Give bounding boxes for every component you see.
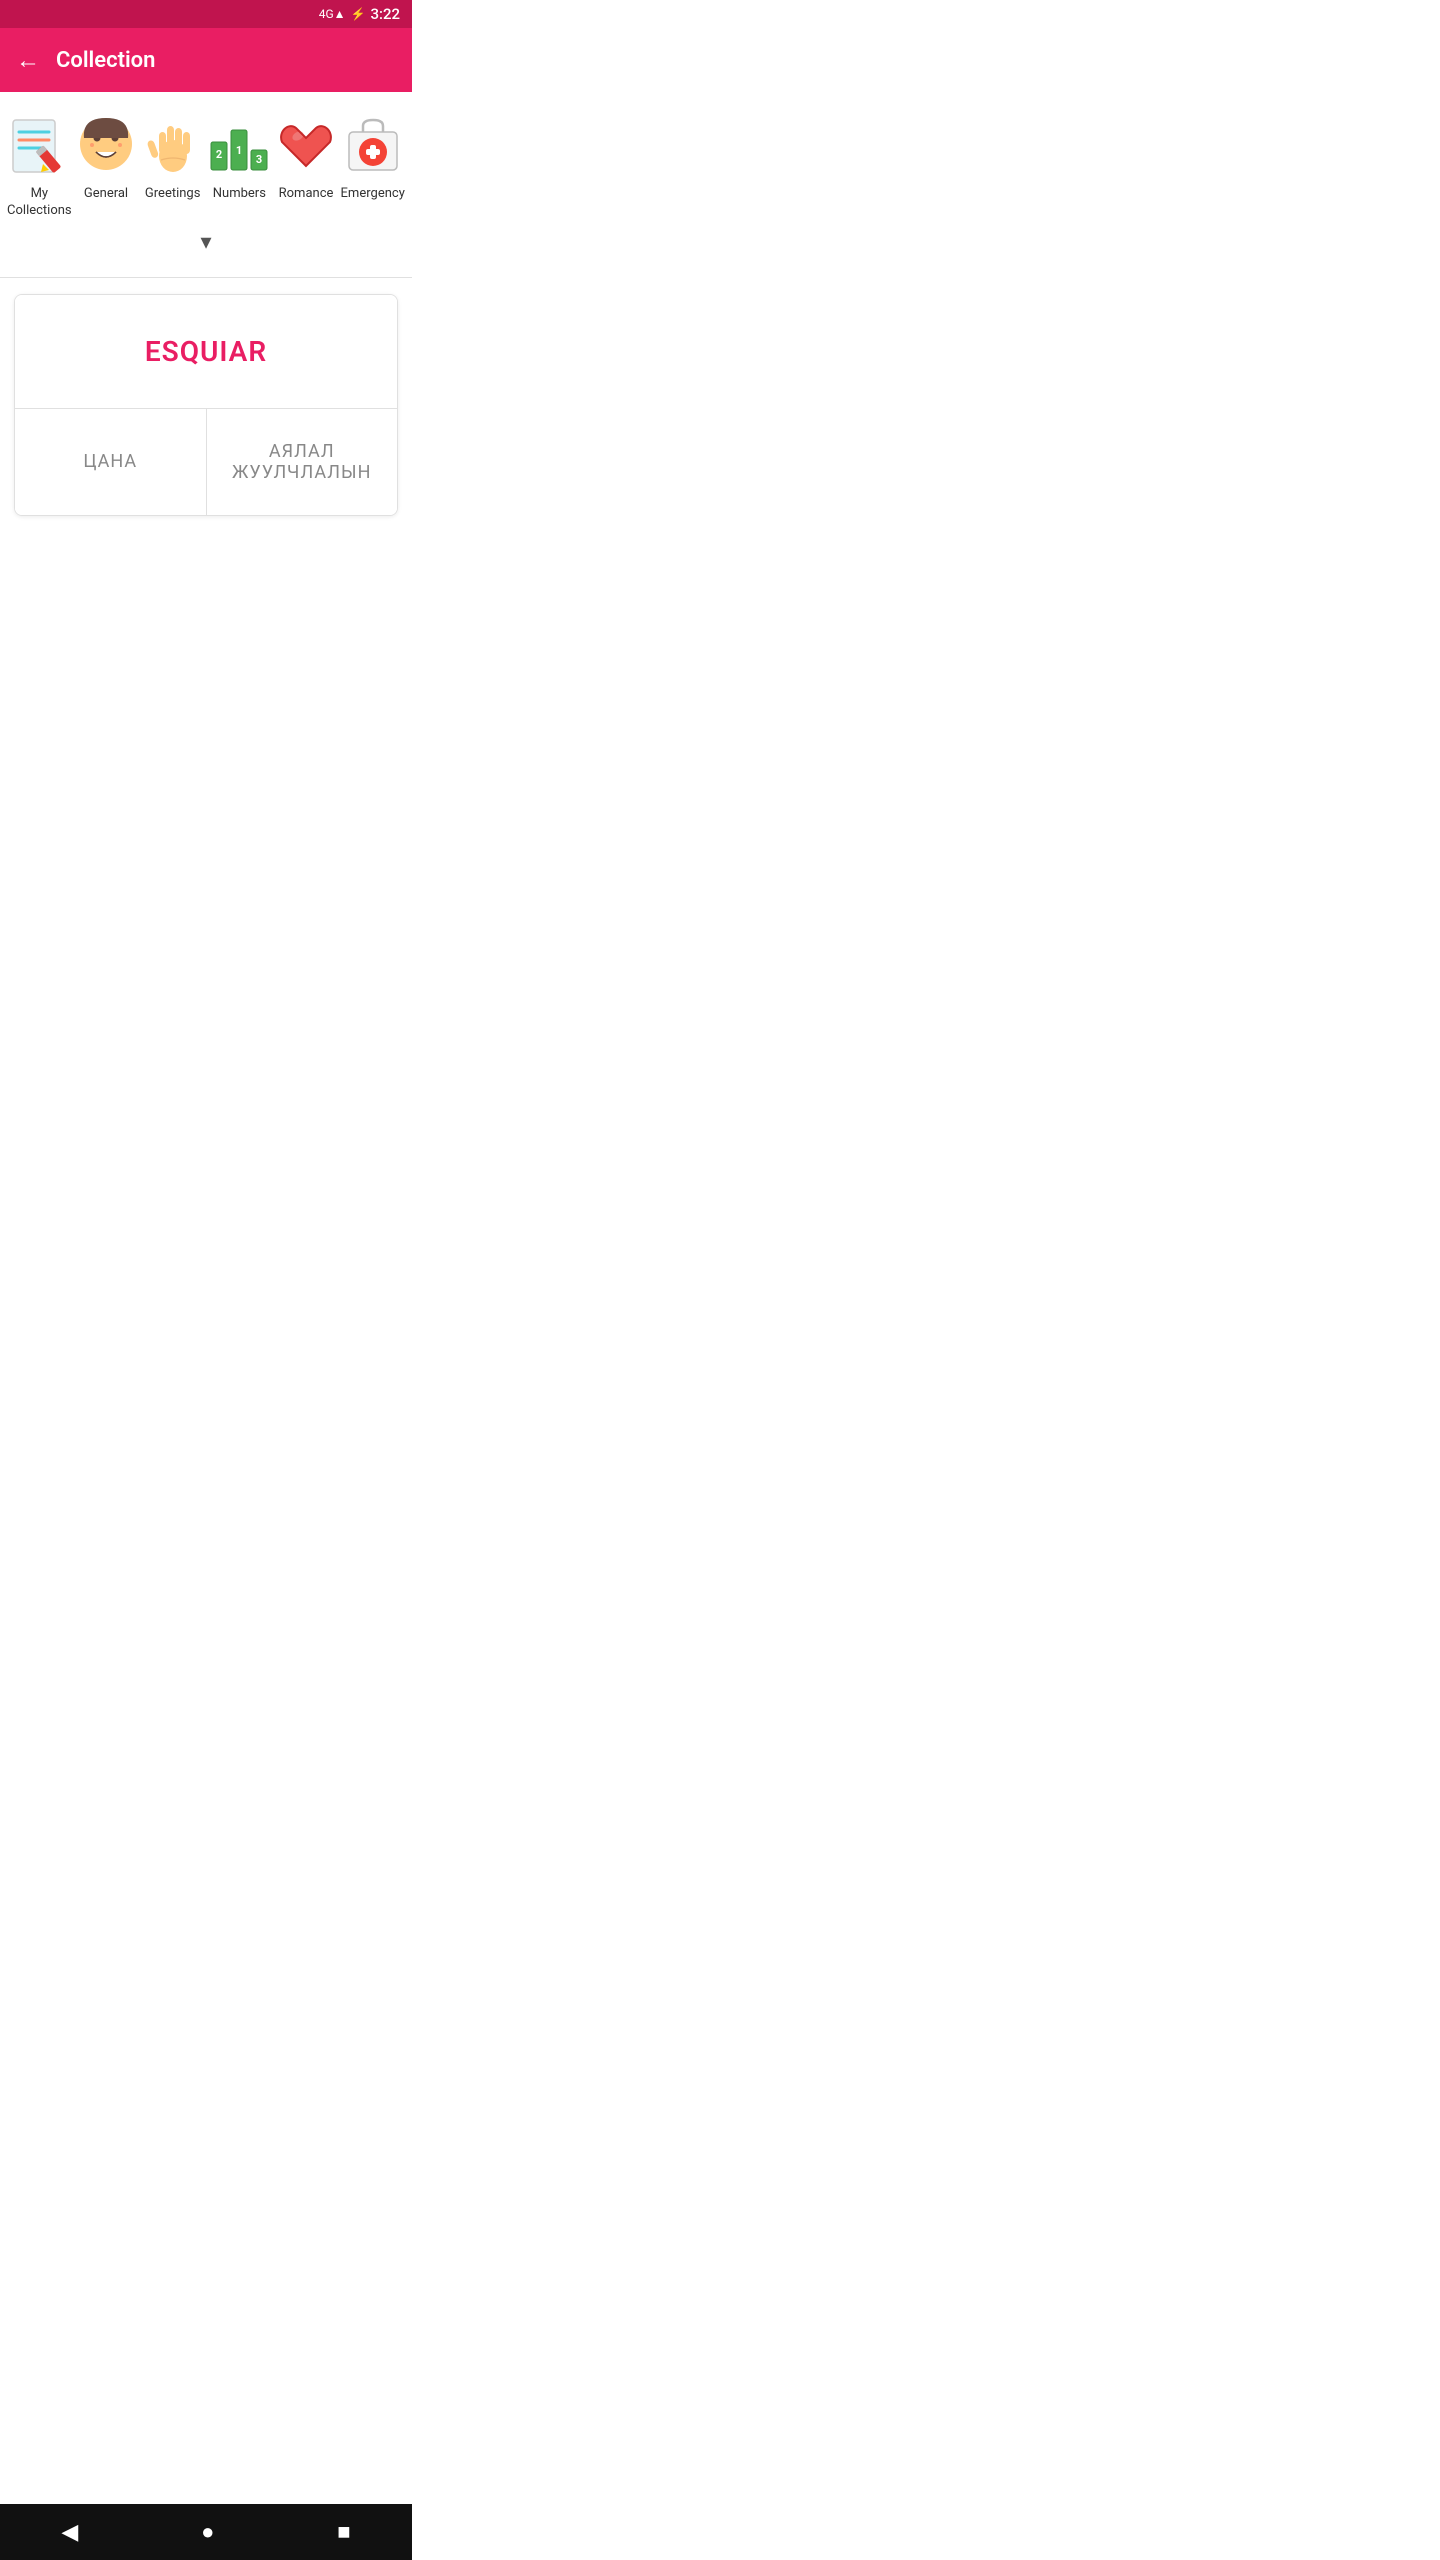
page-title: Collection — [56, 48, 155, 73]
romance-icon — [270, 108, 342, 180]
category-numbers[interactable]: 2 1 3 Numbers — [208, 108, 271, 203]
main-word: ESQUIAR — [145, 335, 267, 368]
svg-text:2: 2 — [216, 148, 222, 161]
back-button[interactable]: ← — [16, 46, 40, 75]
category-label-romance: Romance — [279, 186, 334, 203]
category-row: My Collections — [8, 108, 404, 220]
expand-row[interactable]: ▾ — [8, 220, 404, 269]
chevron-down-icon[interactable]: ▾ — [200, 230, 211, 255]
my-collections-icon — [3, 108, 75, 180]
nav-back-button[interactable]: ◀ — [61, 2520, 78, 2545]
greetings-icon — [137, 108, 209, 180]
nav-home-button[interactable]: ● — [201, 2519, 214, 2545]
flashcard[interactable]: ESQUIAR ЦАНА АЯЛАЛ ЖУУЛЧЛАЛЫН — [14, 294, 398, 516]
app-header: ← Collection — [0, 28, 412, 92]
battery-icon: ⚡ — [351, 7, 366, 21]
category-label-emergency: Emergency — [341, 186, 405, 203]
category-label-general: General — [84, 186, 128, 203]
card-bottom: ЦАНА АЯЛАЛ ЖУУЛЧЛАЛЫН — [15, 409, 397, 515]
category-my-collections[interactable]: My Collections — [8, 108, 71, 220]
nav-bar: ◀ ● ■ — [0, 2504, 412, 2560]
status-bar: 4G▲ ⚡ 3:22 — [0, 0, 412, 28]
time-display: 3:22 — [370, 5, 400, 23]
svg-text:1: 1 — [236, 144, 242, 157]
numbers-icon: 2 1 3 — [203, 108, 275, 180]
translation-right: АЯЛАЛ ЖУУЛЧЛАЛЫН — [223, 441, 382, 483]
emergency-icon — [337, 108, 409, 180]
category-general[interactable]: General — [75, 108, 138, 203]
category-label-numbers: Numbers — [213, 186, 266, 203]
nav-recent-button[interactable]: ■ — [337, 2519, 350, 2545]
category-label-greetings: Greetings — [145, 186, 201, 203]
category-label-my-collections: My Collections — [7, 186, 72, 220]
card-right[interactable]: АЯЛАЛ ЖУУЛЧЛАЛЫН — [207, 409, 398, 515]
signal-icon: 4G▲ — [319, 7, 346, 21]
category-greetings[interactable]: Greetings — [141, 108, 204, 203]
svg-text:3: 3 — [256, 153, 262, 166]
card-top: ESQUIAR — [15, 295, 397, 409]
general-icon — [70, 108, 142, 180]
status-icons: 4G▲ ⚡ 3:22 — [319, 5, 400, 23]
category-romance[interactable]: Romance — [275, 108, 338, 203]
section-divider — [0, 277, 412, 278]
translation-left: ЦАНА — [83, 451, 137, 472]
card-left[interactable]: ЦАНА — [15, 409, 207, 515]
category-section: My Collections — [0, 92, 412, 277]
category-emergency[interactable]: Emergency — [341, 108, 404, 203]
